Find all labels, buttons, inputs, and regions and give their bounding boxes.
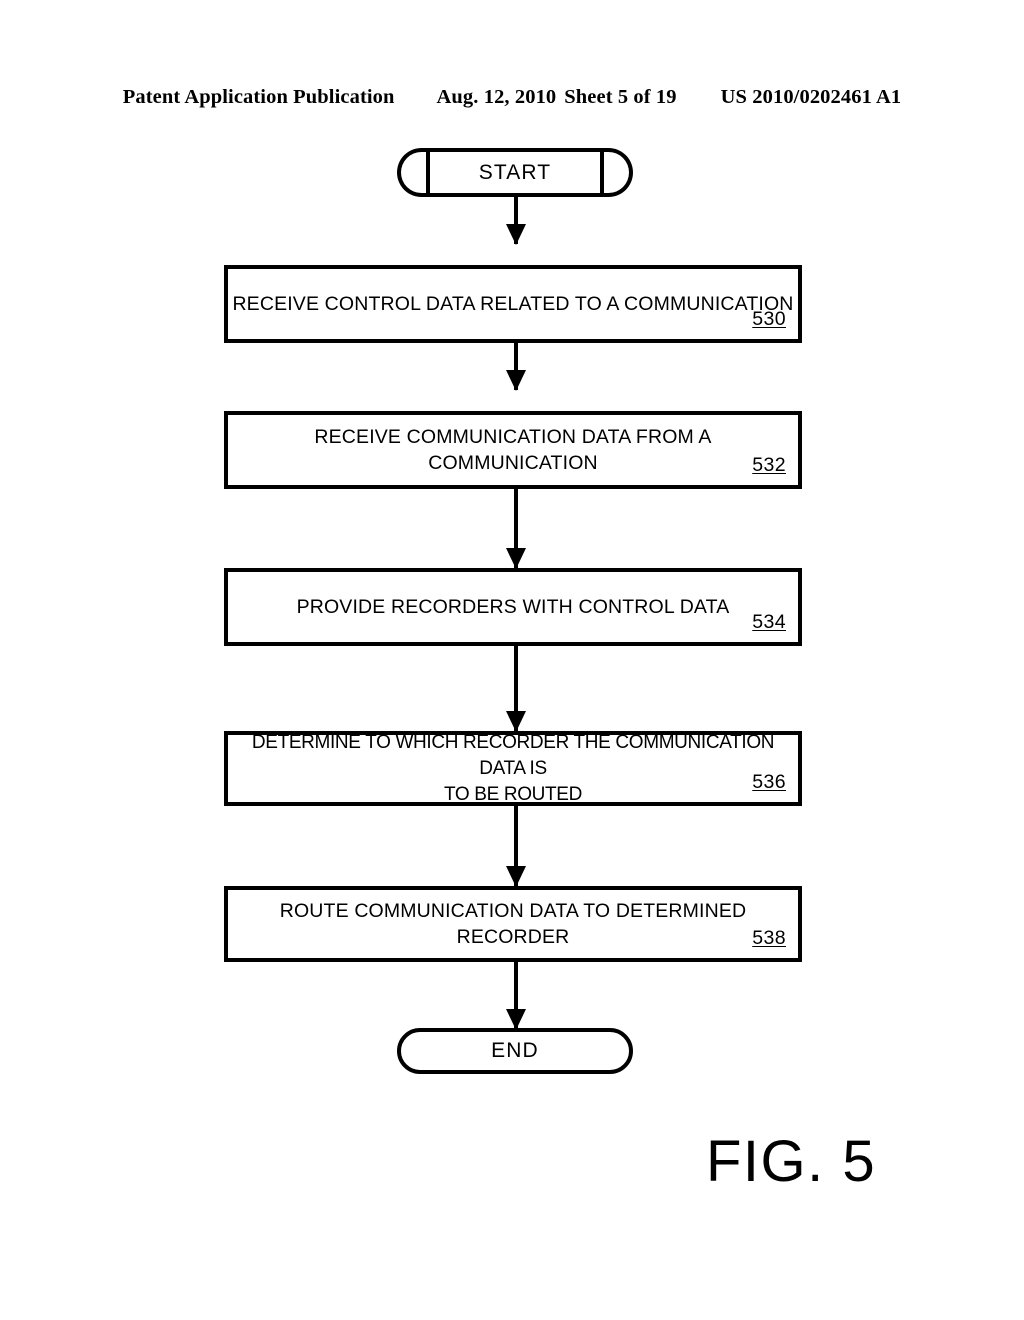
flow-node-step-534: PROVIDE RECORDERS WITH CONTROL DATA 534 [224, 568, 802, 646]
connector-arrow-538-to-end [514, 962, 518, 1029]
flow-node-step-536: DETERMINE TO WHICH RECORDER THE COMMUNIC… [224, 731, 802, 806]
step-534-text: PROVIDE RECORDERS WITH CONTROL DATA [296, 596, 730, 618]
end-label: END [491, 1039, 539, 1062]
flow-node-start: START [397, 148, 633, 197]
step-532-text: RECEIVE COMMUNICATION DATA FROM A COMMUN… [314, 426, 712, 474]
connector-arrow-536-to-538 [514, 806, 518, 886]
step-538-text: ROUTE COMMUNICATION DATA TO DETERMINED R… [279, 900, 747, 948]
step-534-reference: 534 [752, 611, 786, 633]
connector-arrow-start-to-530 [514, 197, 518, 244]
step-532-reference: 532 [752, 454, 786, 476]
start-label: START [478, 160, 552, 184]
step-530-text: RECEIVE CONTROL DATA RELATED TO A COMMUN… [232, 293, 794, 315]
step-538-reference: 538 [752, 927, 786, 949]
flow-node-end: END [397, 1028, 633, 1074]
connector-arrow-532-to-534 [514, 489, 518, 568]
step-536-text: DETERMINE TO WHICH RECORDER THE COMMUNIC… [251, 731, 775, 805]
connector-arrow-534-to-536 [514, 646, 518, 731]
connector-arrow-530-to-532 [514, 343, 518, 390]
flowchart-diagram: START RECEIVE CONTROL DATA RELATED TO A … [0, 0, 1024, 1320]
figure-label: FIG. 5 [706, 1129, 877, 1194]
flow-node-step-538: ROUTE COMMUNICATION DATA TO DETERMINED R… [224, 886, 802, 962]
flow-node-step-532: RECEIVE COMMUNICATION DATA FROM A COMMUN… [224, 411, 802, 489]
step-536-reference: 536 [752, 771, 786, 793]
step-530-reference: 530 [752, 308, 786, 330]
flow-node-step-530: RECEIVE CONTROL DATA RELATED TO A COMMUN… [224, 265, 802, 343]
